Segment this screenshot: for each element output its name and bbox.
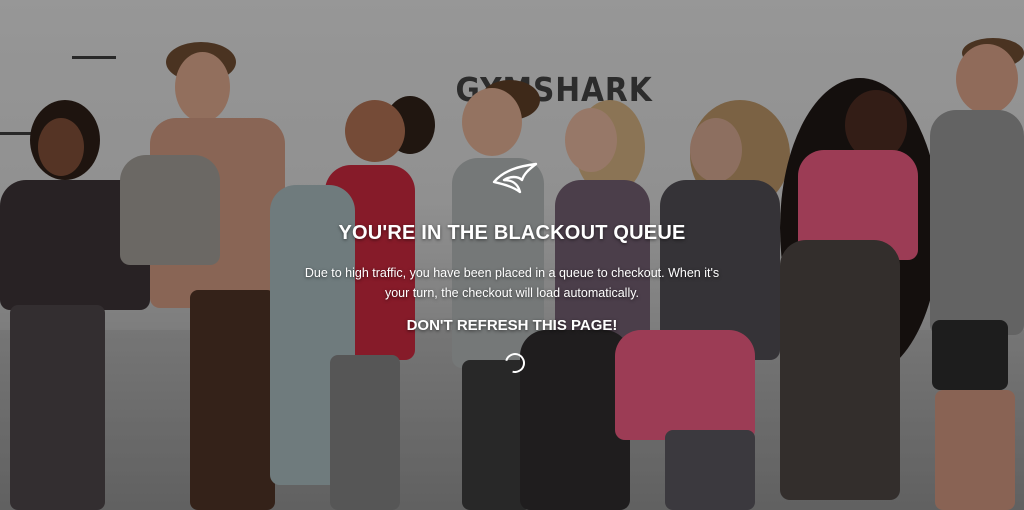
refresh-warning: DON'T REFRESH THIS PAGE! (406, 317, 618, 334)
queue-title: YOU'RE IN THE BLACKOUT QUEUE (338, 222, 686, 244)
queue-message: Due to high traffic, you have been place… (304, 266, 720, 300)
dim-overlay (0, 0, 1024, 510)
gymshark-shark-icon (490, 162, 540, 198)
queue-page: GYMSHARK YOU'RE IN THE BLACKOUT QUEUE Du… (0, 0, 1024, 510)
